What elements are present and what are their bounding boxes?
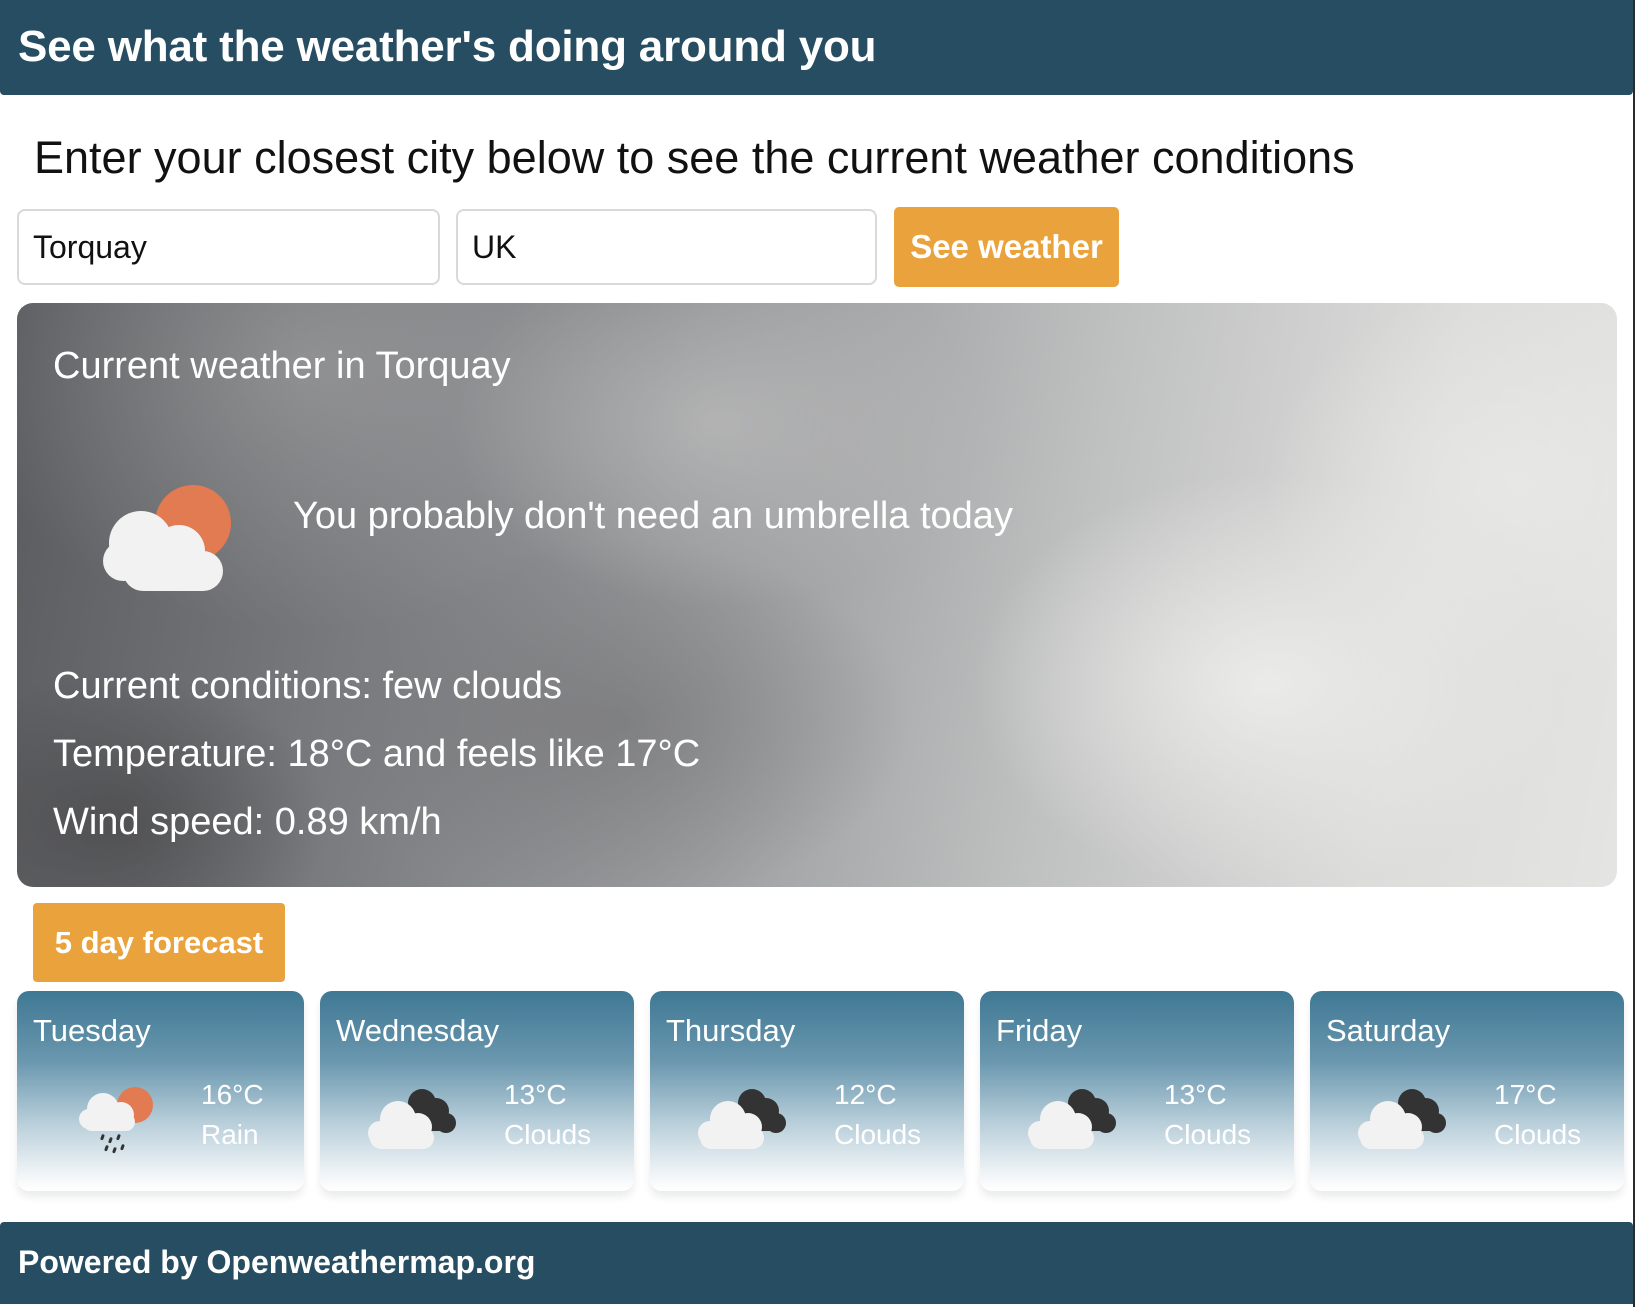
- see-weather-button[interactable]: See weather: [894, 207, 1119, 287]
- broken-clouds-icon: [1028, 1089, 1116, 1149]
- forecast-day-name: Thursday: [666, 1013, 796, 1048]
- broken-clouds-icon: [368, 1089, 456, 1149]
- current-weather-card: Current weather in Torquay You probably …: [17, 303, 1617, 887]
- umbrella-message: You probably don't need an umbrella toda…: [293, 495, 1013, 537]
- forecast-description: Clouds: [1494, 1119, 1582, 1150]
- forecast-day-card: Friday 13°C Clouds: [980, 991, 1294, 1191]
- forecast-day-name: Tuesday: [33, 1013, 151, 1048]
- page-title: See what the weather's doing around you: [18, 22, 877, 71]
- instructions-text: Enter your closest city below to see the…: [34, 132, 1355, 183]
- forecast-day-name: Wednesday: [336, 1013, 500, 1048]
- forecast-temperature: 12°C: [834, 1079, 897, 1110]
- city-input[interactable]: [17, 209, 440, 285]
- forecast-description: Clouds: [504, 1119, 592, 1150]
- forecast-temperature: 13°C: [504, 1079, 567, 1110]
- weather-page: See what the weather's doing around you …: [0, 0, 1635, 1307]
- country-input[interactable]: [456, 209, 877, 285]
- forecast-temperature: 16°C: [201, 1079, 264, 1110]
- rain-icon: [79, 1087, 153, 1154]
- forecast-day-card: Tuesday 16°C Rain: [17, 991, 304, 1191]
- forecast-temperature: 17°C: [1494, 1079, 1557, 1110]
- broken-clouds-icon: [698, 1089, 786, 1149]
- current-temperature: Temperature: 18°C and feels like 17°C: [53, 733, 701, 775]
- forecast-day-card: Saturday 17°C Clouds: [1310, 991, 1624, 1191]
- forecast-day-name: Saturday: [1326, 1013, 1451, 1048]
- few-clouds-day-icon: [103, 485, 231, 591]
- forecast-description: Clouds: [834, 1119, 922, 1150]
- five-day-forecast-button[interactable]: 5 day forecast: [33, 903, 285, 982]
- forecast-description: Clouds: [1164, 1119, 1252, 1150]
- wind-speed: Wind speed: 0.89 km/h: [53, 801, 442, 843]
- current-conditions: Current conditions: few clouds: [53, 665, 563, 707]
- current-weather-title: Current weather in Torquay: [53, 345, 511, 387]
- broken-clouds-icon: [1358, 1089, 1446, 1149]
- forecast-day-name: Friday: [996, 1013, 1083, 1048]
- forecast-day-card: Thursday 12°C Clouds: [650, 991, 964, 1191]
- site-footer: Powered by Openweathermap.org: [0, 1222, 1633, 1304]
- forecast-day-card: Wednesday 13°C Clouds: [320, 991, 634, 1191]
- powered-by-text: Powered by Openweathermap.org: [18, 1244, 536, 1280]
- site-header: See what the weather's doing around you: [0, 0, 1633, 95]
- forecast-temperature: 13°C: [1164, 1079, 1227, 1110]
- forecast-description: Rain: [201, 1119, 259, 1150]
